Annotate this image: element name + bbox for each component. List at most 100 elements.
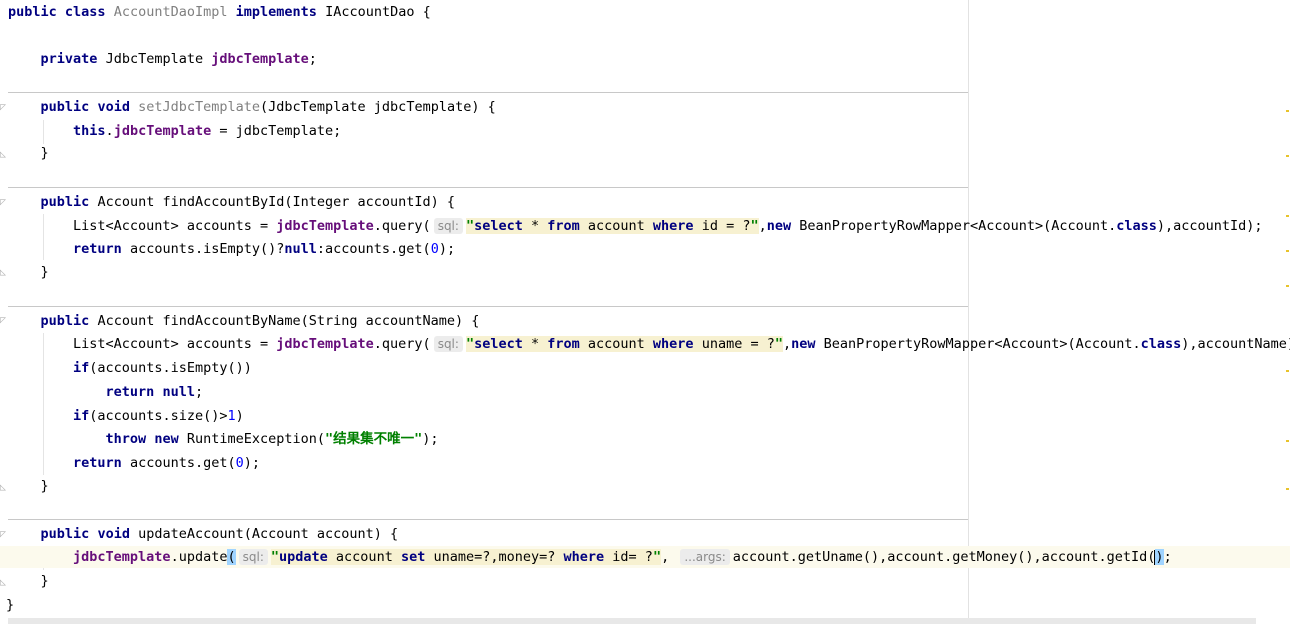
warning-marker[interactable] xyxy=(1286,285,1289,287)
fold-icon[interactable]: ◺ xyxy=(0,268,6,278)
brace: } xyxy=(40,478,49,494)
code-text: BeanPropertyRowMapper<Account>(Account. xyxy=(791,218,1117,234)
number-literal: 1 xyxy=(227,408,236,424)
code-line-field[interactable]: private JdbcTemplate jdbcTemplate; xyxy=(8,49,317,69)
keyword: private xyxy=(40,51,98,67)
code-text: List<Account> accounts = xyxy=(73,336,277,352)
code-line-assignment[interactable]: this.jdbcTemplate = jdbcTemplate; xyxy=(8,121,341,141)
number-literal: 0 xyxy=(430,241,439,257)
signature: Account findAccountByName(String account… xyxy=(97,313,480,329)
warning-marker[interactable] xyxy=(1286,155,1289,157)
code-line-return-get[interactable]: return accounts.get(0); xyxy=(8,453,260,473)
keyword: class xyxy=(1116,218,1157,234)
field-name: jdbcTemplate xyxy=(211,51,309,67)
code-line-setter-signature[interactable]: public void setJdbcTemplate(JdbcTemplate… xyxy=(8,97,496,117)
semicolon: ; xyxy=(194,384,204,400)
fold-icon[interactable]: ◺ xyxy=(0,150,6,160)
code-line-close-brace[interactable]: } xyxy=(8,143,49,163)
code-text: account.getUname(),account.getMoney(),ac… xyxy=(732,549,1156,565)
brace: } xyxy=(40,264,49,280)
signature: updateAccount(Account account) { xyxy=(138,526,399,542)
warning-marker[interactable] xyxy=(1286,215,1289,217)
keyword: public xyxy=(40,99,90,115)
warning-marker[interactable] xyxy=(1286,110,1289,112)
sql-text: account xyxy=(579,336,653,352)
code-text: accounts.isEmpty()? xyxy=(121,241,285,257)
fold-icon[interactable]: ◸ xyxy=(0,103,6,113)
keyword: new xyxy=(791,336,816,352)
code-line-return-null[interactable]: return null; xyxy=(8,382,204,402)
quote: " xyxy=(750,218,759,234)
comma: , xyxy=(758,218,767,234)
keyword: void xyxy=(97,99,130,115)
code-line-update-call[interactable]: jdbcTemplate.update(sql: "update account … xyxy=(0,546,1290,568)
sql-keyword: where xyxy=(652,336,694,352)
code-line-close-class[interactable]: } xyxy=(6,595,14,615)
code-text: List<Account> accounts = xyxy=(73,218,277,234)
code-line-update-signature[interactable]: public void updateAccount(Account accoun… xyxy=(8,524,399,544)
method-separator xyxy=(8,306,968,307)
code-line-class-declaration[interactable]: public class AccountDaoImpl implements I… xyxy=(8,2,431,22)
fold-icon[interactable]: ◸ xyxy=(0,316,6,326)
fold-icon[interactable]: ◸ xyxy=(0,198,6,208)
warning-marker[interactable] xyxy=(1286,250,1289,252)
quote: " xyxy=(465,218,475,234)
sql-keyword: from xyxy=(547,336,580,352)
code-editor[interactable]: ◸ ◺ ◸ ◺ ◸ ◺ ◸ ◺ public class AccountDaoI… xyxy=(0,0,1290,624)
code-line-query-by-id[interactable]: List<Account> accounts = jdbcTemplate.qu… xyxy=(8,216,1263,236)
code-line-if-size[interactable]: if(accounts.size()>1) xyxy=(8,406,244,426)
sql-keyword: from xyxy=(547,218,580,234)
warning-marker[interactable] xyxy=(1286,370,1289,372)
fold-icon[interactable]: ◸ xyxy=(0,530,6,540)
sql-text: * xyxy=(522,218,548,234)
code-text: (accounts.isEmpty()) xyxy=(89,360,252,376)
keyword: null xyxy=(162,384,195,400)
code-line-find-by-name-signature[interactable]: public Account findAccountByName(String … xyxy=(8,311,480,331)
sql-keyword: set xyxy=(400,549,426,565)
keyword: return xyxy=(73,241,122,257)
keyword: public xyxy=(40,526,90,542)
fold-icon[interactable]: ◺ xyxy=(0,578,6,588)
semicolon: ; xyxy=(1163,549,1172,565)
sql-text: uname=?,money=? xyxy=(425,549,564,565)
fold-icon[interactable]: ◺ xyxy=(0,483,6,493)
parameter-hint: sql: xyxy=(238,549,268,565)
warning-marker[interactable] xyxy=(1286,488,1289,490)
sql-keyword: select xyxy=(474,336,523,352)
string-literal: "结果集不唯一" xyxy=(325,431,423,447)
code-line-query-by-name[interactable]: List<Account> accounts = jdbcTemplate.qu… xyxy=(8,334,1290,354)
code-line-return-ternary[interactable]: return accounts.isEmpty()?null:accounts.… xyxy=(8,239,455,259)
keyword: class xyxy=(64,4,106,20)
code-line-close-brace[interactable]: } xyxy=(8,476,49,496)
code-line-close-brace[interactable]: } xyxy=(8,262,49,282)
field-name: jdbcTemplate xyxy=(113,123,212,139)
parameter-hint: ...args: xyxy=(680,549,730,565)
sql-keyword: update xyxy=(279,549,328,565)
warning-marker[interactable] xyxy=(1286,440,1289,442)
quote: " xyxy=(774,336,783,352)
keyword: class xyxy=(1140,336,1182,352)
code-text: BeanPropertyRowMapper<Account>(Account. xyxy=(815,336,1141,352)
sql-keyword: select xyxy=(474,218,523,234)
keyword: public xyxy=(40,194,90,210)
code-line-find-by-id-signature[interactable]: public Account findAccountById(Integer a… xyxy=(8,192,456,212)
code-line-throw[interactable]: throw new RuntimeException("结果集不唯一"); xyxy=(8,429,439,449)
parameter-hint: sql: xyxy=(433,218,463,234)
sql-text: account xyxy=(579,218,653,234)
method-call: .query( xyxy=(373,218,431,234)
brace: } xyxy=(40,573,49,589)
class-name: AccountDaoImpl xyxy=(113,4,228,20)
sql-text: id = ? xyxy=(693,218,751,234)
code-text: ); xyxy=(422,431,439,447)
signature: Account findAccountById(Integer accountI… xyxy=(97,194,456,210)
keyword: return xyxy=(73,455,122,471)
code-text: ); xyxy=(243,455,261,471)
code-line-close-brace[interactable]: } xyxy=(8,571,49,591)
code-line-if-empty[interactable]: if(accounts.isEmpty()) xyxy=(8,358,252,378)
code-text: ),accountId); xyxy=(1156,218,1263,234)
comma: , xyxy=(782,336,792,352)
horizontal-scrollbar[interactable] xyxy=(8,618,1256,624)
brace: } xyxy=(40,145,49,161)
sql-text: account xyxy=(327,549,401,565)
keyword: this xyxy=(73,123,106,139)
